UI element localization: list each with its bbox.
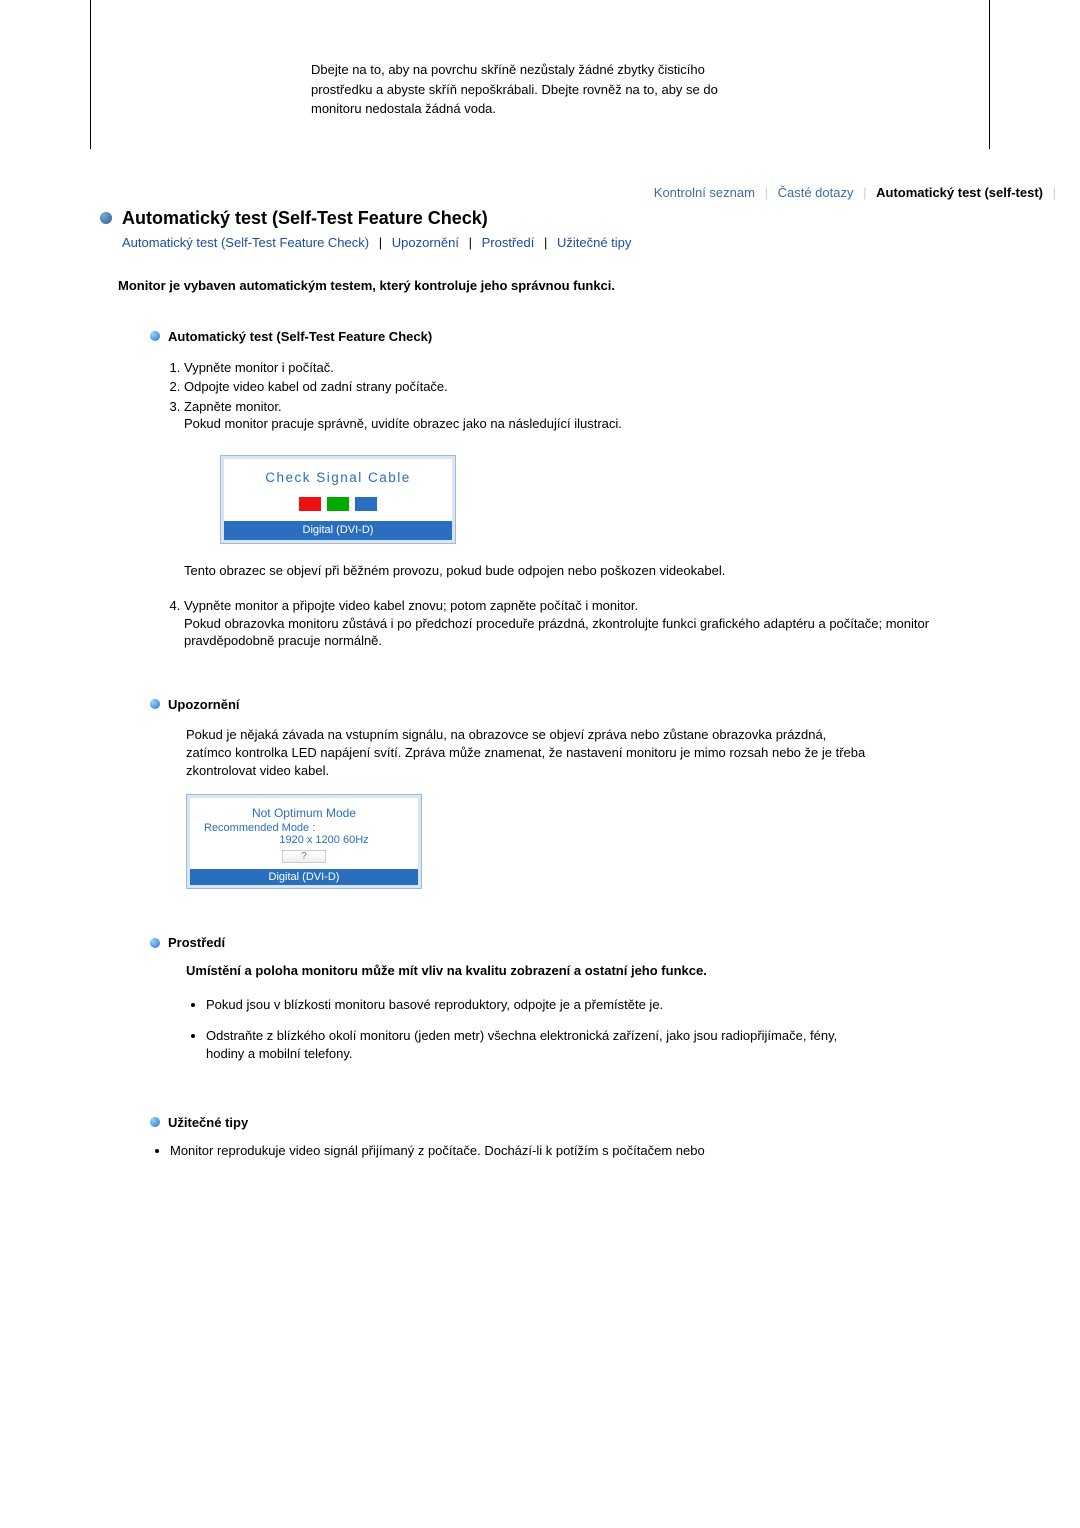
section-tips: Užitečné tipy [90, 1069, 990, 1130]
step-3-para: Tento obrazec se objeví při běžném provo… [184, 562, 930, 580]
page-title: Automatický test (Self-Test Feature Chec… [122, 208, 488, 229]
not-optimum-line1: Not Optimum Mode [190, 806, 418, 822]
link-tips[interactable]: Užitečné tipy [557, 235, 631, 250]
link-environment[interactable]: Prostředí [482, 235, 535, 250]
top-note-text: Dbejte na to, aby na povrchu skříně nezů… [311, 60, 769, 119]
check-signal-label: Check Signal Cable [224, 469, 452, 495]
tab-selftest-active[interactable]: Automatický test (self-test) [876, 185, 1043, 200]
step-4: Vypněte monitor a připojte video kabel z… [184, 581, 930, 651]
color-swatch-row [224, 495, 452, 511]
intro-text: Monitor je vybaven automatickým testem, … [90, 250, 990, 303]
section-bullet-icon [150, 331, 160, 341]
environment-strong: Umístění a poloha monitoru může mít vliv… [150, 950, 930, 990]
section-bullet-icon [150, 1117, 160, 1127]
step-1: Vypněte monitor i počítač. [184, 358, 930, 378]
section-head: Automatický test (Self-Test Feature Chec… [150, 329, 930, 344]
main-content: Automatický test (Self-Test Feature Chec… [0, 208, 1080, 1203]
section-head: Prostředí [150, 935, 930, 950]
link-warning[interactable]: Upozornění [392, 235, 459, 250]
not-optimum-box: Not Optimum Mode Recommended Mode : 1920… [186, 794, 422, 889]
link-separator: | [538, 235, 553, 250]
step-2: Odpojte video kabel od zadní strany počí… [184, 377, 930, 397]
link-separator: | [463, 235, 478, 250]
tab-separator: | [1047, 185, 1062, 200]
check-signal-box: Check Signal Cable Digital (DVI-D) [220, 455, 456, 544]
tab-separator: | [759, 185, 774, 200]
not-optimum-footer: Digital (DVI-D) [190, 869, 418, 885]
section-title: Upozornění [168, 697, 240, 712]
tab-separator: | [857, 185, 872, 200]
not-optimum-help-button[interactable]: ? [282, 850, 326, 863]
check-signal-footer: Digital (DVI-D) [224, 521, 452, 540]
not-optimum-inner: Not Optimum Mode Recommended Mode : 1920… [190, 798, 418, 869]
section-title: Automatický test (Self-Test Feature Chec… [168, 329, 432, 344]
section-title: Užitečné tipy [168, 1115, 248, 1130]
environment-item-1: Pokud jsou v blízkosti monitoru basové r… [206, 990, 850, 1020]
title-bullet-icon [100, 212, 112, 224]
selftest-steps: Vypněte monitor i počítač. Odpojte video… [150, 358, 930, 651]
step-3: Zapněte monitor. Pokud monitor pracuje s… [184, 397, 930, 581]
page-title-row: Automatický test (Self-Test Feature Chec… [90, 208, 990, 229]
swatch-blue-icon [355, 497, 377, 511]
section-environment: Prostředí Umístění a poloha monitoru můž… [90, 893, 990, 1069]
document-page: Dbejte na to, aby na povrchu skříně nezů… [0, 0, 1080, 1202]
environment-item-2: Odstraňte z blízkého okolí monitoru (jed… [206, 1021, 850, 1069]
tips-item-1: Monitor reprodukuje video signál přijíma… [170, 1140, 910, 1162]
not-optimum-line2: Recommended Mode : [190, 822, 418, 834]
swatch-red-icon [299, 497, 321, 511]
step-4b: Pokud obrazovka monitoru zůstává i po př… [184, 616, 929, 649]
tab-checklist[interactable]: Kontrolní seznam [654, 185, 755, 200]
section-bullet-icon [150, 699, 160, 709]
not-optimum-line3: 1920 x 1200 60Hz [190, 834, 418, 846]
tips-list: Monitor reprodukuje video signál přijíma… [90, 1140, 990, 1162]
section-title: Prostředí [168, 935, 225, 950]
step-4a: Vypněte monitor a připojte video kabel z… [184, 598, 638, 613]
tab-row: Kontrolní seznam | Časté dotazy | Automa… [0, 149, 1080, 208]
check-signal-inner: Check Signal Cable [224, 459, 452, 521]
swatch-green-icon [327, 497, 349, 511]
link-selftest[interactable]: Automatický test (Self-Test Feature Chec… [122, 235, 369, 250]
section-bullet-icon [150, 938, 160, 948]
step-3a: Zapněte monitor. [184, 399, 282, 414]
environment-list: Pokud jsou v blízkosti monitoru basové r… [150, 990, 930, 1069]
content-frame: Dbejte na to, aby na povrchu skříně nezů… [90, 0, 990, 149]
warning-para: Pokud je nějaká závada na vstupním signá… [150, 712, 930, 781]
step-3b: Pokud monitor pracuje správně, uvidíte o… [184, 416, 622, 431]
section-warning: Upozornění Pokud je nějaká závada na vst… [90, 651, 990, 890]
section-selftest: Automatický test (Self-Test Feature Chec… [90, 303, 990, 651]
section-head: Upozornění [150, 697, 930, 712]
section-head: Užitečné tipy [150, 1115, 930, 1130]
tab-faq[interactable]: Časté dotazy [778, 185, 854, 200]
link-separator: | [373, 235, 388, 250]
top-note-box: Dbejte na to, aby na povrchu skříně nezů… [311, 60, 769, 149]
anchor-link-row: Automatický test (Self-Test Feature Chec… [90, 229, 990, 250]
